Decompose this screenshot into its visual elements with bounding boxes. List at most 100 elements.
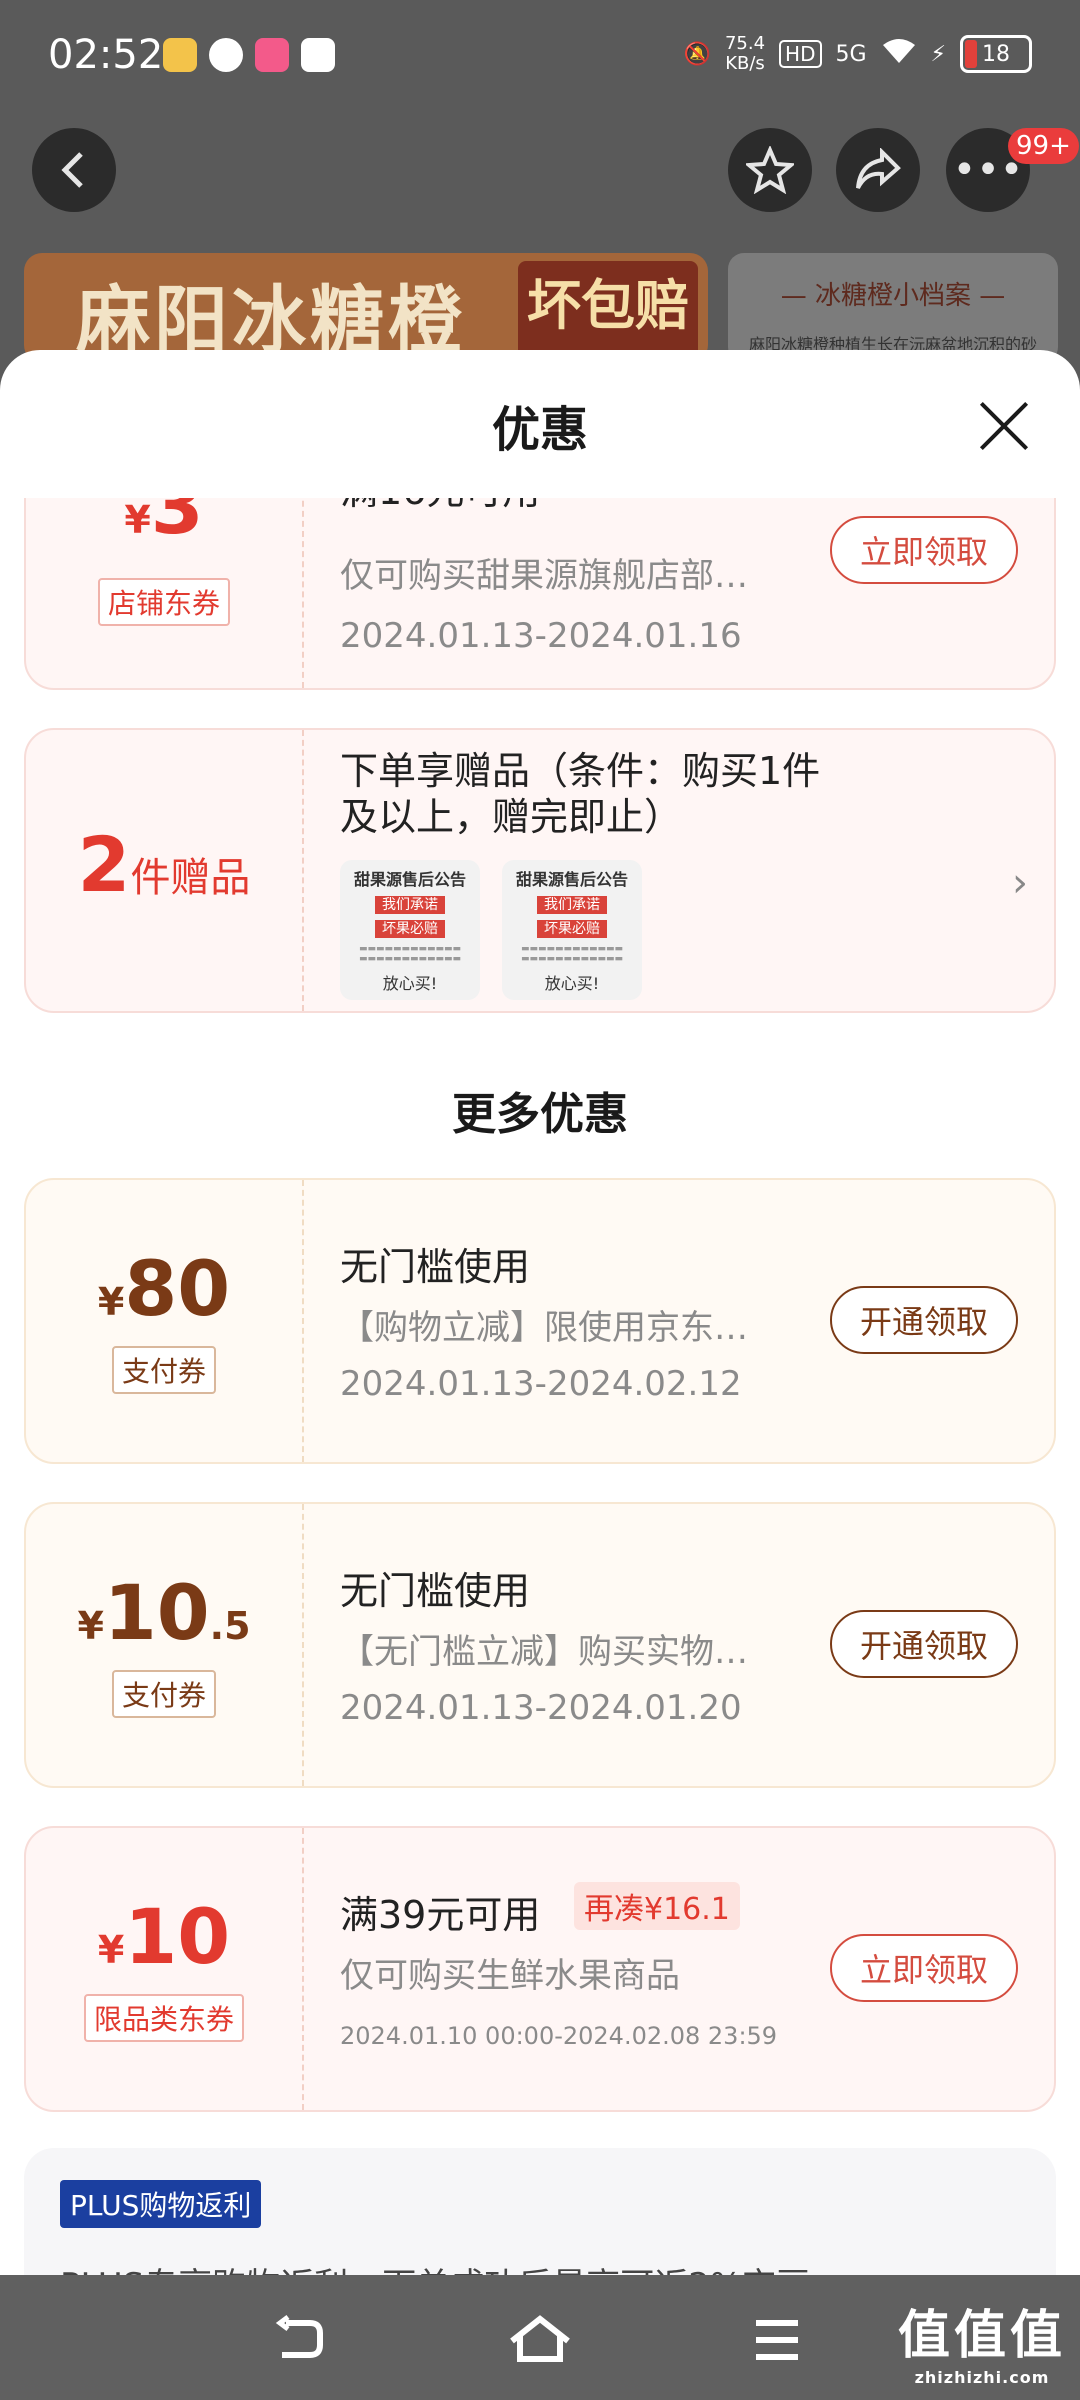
coupon-type-tag: 店铺东券: [97, 578, 231, 626]
banner-title: 麻阳冰糖橙: [76, 278, 466, 363]
watermark-url: zhizhizhi.com: [914, 2368, 1050, 2387]
top-up-hint-badge: 再凑¥16.1: [574, 1882, 740, 1930]
gift-image-footer: 放心买!: [382, 974, 438, 993]
coupon-value: ¥80 支付券: [26, 1180, 302, 1462]
coupon-title: 满16元可用: [340, 498, 540, 515]
coupon-value: ¥10 限品类东券: [26, 1828, 302, 2110]
message-icon: [301, 38, 335, 72]
coupon-date: 2024.01.13-2024.02.12: [340, 1364, 742, 1404]
home-icon: [510, 2315, 570, 2362]
coupon-divider: [302, 498, 304, 688]
app-notification-icon: [163, 38, 197, 72]
coupon-description: 【购物立减】限使用京东…: [340, 1308, 748, 1348]
gift-image-footer: 放心买!: [544, 974, 600, 993]
navigation-bar: 值值值 zhizhizhi.com: [0, 2275, 1080, 2400]
gift-image-line: 坏果必赔: [537, 920, 607, 938]
coupon-sheet: 优惠 ¥3 店铺东券 满16元可用 仅可购买甜果源旗舰店部… 2024.01.1…: [0, 350, 1080, 2275]
favorite-button[interactable]: [728, 128, 812, 212]
system-icons: 🔕 75.4 KB/s HD 5G ⚡ 18: [684, 34, 1032, 74]
signal-label: 5G: [835, 41, 867, 67]
gift-image[interactable]: 甜果源售后公告 我们承诺 坏果必赔 ▬▬▬▬▬▬▬▬▬▬▬▬ ▬▬▬▬▬▬▬▬▬▬…: [502, 860, 642, 1000]
coupon-type-tag: 限品类东券: [83, 1994, 245, 2042]
network-speed: 75.4 KB/s: [725, 34, 765, 74]
coupon-title: 满39元可用: [340, 1893, 541, 1937]
home-nav-button[interactable]: [508, 2315, 570, 2365]
coupon-card: ¥10.5 支付券 无门槛使用 【无门槛立减】购买实物… 2024.01.13-…: [24, 1502, 1056, 1788]
gift-image-title: 甜果源售后公告: [515, 870, 628, 889]
chevron-left-icon: [61, 152, 83, 188]
coupon-divider: [302, 1504, 304, 1786]
coupon-title: 无门槛使用: [340, 1245, 531, 1289]
plus-badge: PLUS购物返利: [60, 2180, 262, 2228]
message-count-badge: 99+: [1008, 128, 1079, 164]
info-banner-title: — 冰糖橙小档案 —: [780, 281, 1006, 311]
coupon-card: ¥10 限品类东券 满39元可用 再凑¥16.1 仅可购买生鲜水果商品 2024…: [24, 1826, 1056, 2112]
close-icon[interactable]: [978, 400, 1030, 452]
banner-badge: 坏包赔: [518, 261, 698, 361]
wifi-icon: [881, 37, 917, 71]
hd-icon: HD: [779, 40, 822, 68]
app-notification-icon: [255, 38, 289, 72]
coupon-amount: ¥10: [97, 1892, 231, 1981]
coupon-date: 2024.01.13-2024.01.20: [340, 1688, 742, 1728]
coupon-amount: ¥3: [124, 498, 204, 551]
chevron-right-icon: ›: [1012, 860, 1028, 906]
qq-icon: [209, 38, 243, 72]
gift-image-body: ▬▬▬▬▬▬▬▬▬▬▬▬ ▬▬▬▬▬▬▬▬▬▬▬▬: [358, 944, 462, 964]
star-icon: [746, 146, 794, 194]
back-nav-icon: [275, 2315, 323, 2358]
more-offers-title: 更多优惠: [452, 1089, 628, 1140]
coupon-type-tag: 支付券: [111, 1670, 217, 1718]
product-banner: 麻阳冰糖橙 坏包赔: [24, 253, 708, 363]
gift-count: 2件赠品: [26, 730, 302, 1011]
coupon-amount: ¥10.5: [77, 1568, 251, 1657]
claim-coupon-button[interactable]: 立即领取: [830, 516, 1018, 584]
share-button[interactable]: [836, 128, 920, 212]
clock: 02:52: [48, 32, 164, 78]
coupon-divider: [302, 1180, 304, 1462]
gift-title-line2: 及以上，赠完即止）: [340, 795, 683, 839]
sheet-title: 优惠: [491, 402, 588, 458]
coupon-title: 无门槛使用: [340, 1569, 531, 1613]
coupon-date: 2024.01.13-2024.01.16: [340, 616, 742, 656]
notification-icons: [163, 38, 335, 72]
coupon-amount: ¥80: [97, 1244, 231, 1333]
claim-coupon-button[interactable]: 立即领取: [830, 1934, 1018, 2002]
menu-icon: [756, 2320, 798, 2360]
plus-rebate-card[interactable]: PLUS购物返利 PLUS专享购物返利，下单成功后最高可返2%京豆: [24, 2148, 1056, 2275]
charging-icon: ⚡: [930, 41, 946, 67]
coupon-description: 仅可购买甜果源旗舰店部…: [340, 556, 748, 596]
speed-unit: KB/s: [725, 53, 765, 74]
speed-value: 75.4: [724, 33, 766, 54]
back-nav-button[interactable]: [270, 2315, 330, 2365]
battery-indicator: 18: [960, 35, 1032, 73]
gift-image-line: 坏果必赔: [375, 920, 445, 938]
activate-claim-button[interactable]: 开通领取: [830, 1286, 1018, 1354]
coupon-date: 2024.01.10 00:00-2024.02.08 23:59: [340, 2022, 778, 2050]
menu-nav-button[interactable]: [752, 2315, 812, 2365]
coupon-description: 仅可购买生鲜水果商品: [340, 1956, 680, 1996]
gift-image-body: ▬▬▬▬▬▬▬▬▬▬▬▬ ▬▬▬▬▬▬▬▬▬▬▬▬: [520, 944, 624, 964]
watermark-logo: 值值值 zhizhizhi.com: [898, 2293, 1066, 2387]
status-bar: 02:52 🔕 75.4 KB/s HD 5G ⚡ 18: [0, 0, 1080, 115]
product-info-banner: — 冰糖橙小档案 — 麻阳冰糖橙种植生长在沅麻盆地沉积的砂: [728, 253, 1058, 363]
coupon-divider: [302, 730, 304, 1011]
gift-count-label: 2件赠品: [77, 820, 251, 909]
activate-claim-button[interactable]: 开通领取: [830, 1610, 1018, 1678]
coupon-value: ¥10.5 支付券: [26, 1504, 302, 1786]
coupon-type-tag: 支付券: [111, 1346, 217, 1394]
coupon-card: ¥3 店铺东券 满16元可用 仅可购买甜果源旗舰店部… 2024.01.13-2…: [24, 498, 1056, 690]
back-button[interactable]: [32, 128, 116, 212]
watermark-text: 值值值: [897, 2306, 1066, 2366]
gift-image[interactable]: 甜果源售后公告 我们承诺 坏果必赔 ▬▬▬▬▬▬▬▬▬▬▬▬ ▬▬▬▬▬▬▬▬▬▬…: [340, 860, 480, 1000]
mute-icon: 🔕: [683, 41, 711, 67]
plus-rebate-text: PLUS专享购物返利，下单成功后最高可返2%京豆: [60, 2258, 810, 2275]
coupon-list[interactable]: ¥3 店铺东券 满16元可用 仅可购买甜果源旗舰店部… 2024.01.13-2…: [0, 498, 1080, 2275]
gift-card[interactable]: 2件赠品 下单享赠品（条件：购买1件 及以上，赠完即止） 甜果源售后公告 我们承…: [24, 728, 1056, 1013]
coupon-description: 【无门槛立减】购买实物…: [340, 1632, 748, 1672]
share-icon: [856, 148, 901, 189]
gift-image-line: 我们承诺: [537, 896, 607, 914]
coupon-value: ¥3 店铺东券: [26, 498, 302, 688]
coupon-divider: [302, 1828, 304, 2110]
gift-image-title: 甜果源售后公告: [353, 870, 466, 889]
